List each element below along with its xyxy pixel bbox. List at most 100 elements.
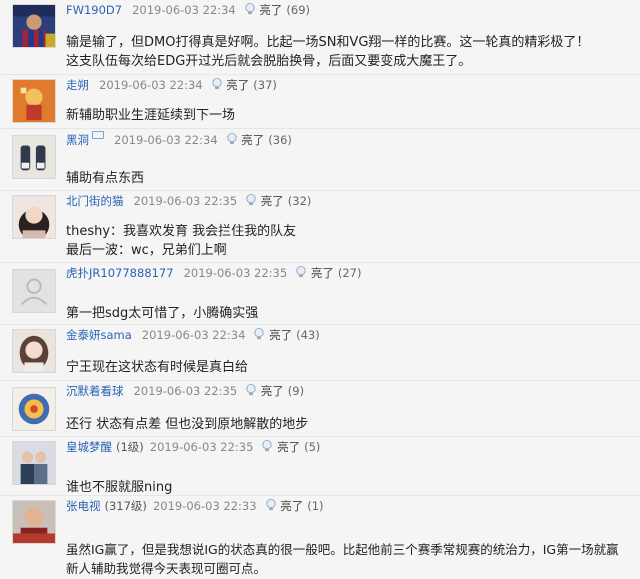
light-count: (1) (307, 499, 324, 513)
comment-meta: 金泰妍sama 2019-06-03 22:34 亮了 (43) (66, 327, 320, 343)
lightbulb-icon (245, 3, 255, 15)
comment-text: 输是输了，但DMO打得真是好啊。比起一场SN和VG翔一样的比赛。这一轮真的精彩极… (66, 33, 589, 71)
lightbulb-icon (226, 133, 237, 145)
timestamp: 2019-06-03 22:35 (133, 194, 238, 208)
light-label: 亮了 (241, 133, 265, 147)
comment-line: 新辅助职业生涯延续到下一场 (66, 108, 236, 123)
comment-meta: 沉默着看球 2019-06-03 22:35 亮了 (9) (66, 383, 304, 399)
light-button[interactable]: 亮了 (36) (226, 133, 292, 147)
username-link[interactable]: 皇城梦醒 (66, 440, 112, 454)
lightbulb-icon (265, 499, 276, 511)
timestamp: 2019-06-03 22:34 (132, 3, 236, 17)
comment-line: 辅助有点东西 (66, 171, 145, 186)
user-badge-icon (92, 131, 104, 139)
light-button[interactable]: 亮了 (37) (211, 78, 277, 92)
comment-line: theshy：我喜欢发育 我会拦住我的队友 (66, 224, 297, 239)
avatar[interactable] (12, 79, 56, 123)
avatar[interactable] (12, 441, 56, 485)
username-link[interactable]: 沉默着看球 (66, 384, 124, 398)
timestamp: 2019-06-03 22:34 (99, 78, 203, 92)
avatar[interactable] (12, 195, 56, 239)
username-link[interactable]: 黑洞 (66, 133, 89, 147)
light-label: 亮了 (226, 78, 250, 92)
light-count: (5) (304, 440, 321, 454)
light-count: (69) (286, 3, 311, 17)
light-count: (27) (337, 266, 362, 280)
avatar[interactable] (12, 135, 56, 179)
comment-text: 谁也不服就服ning (66, 478, 172, 497)
username-link[interactable]: 北门街的猫 (66, 194, 124, 208)
light-count: (36) (268, 133, 292, 147)
avatar[interactable] (12, 269, 56, 313)
comment-item: 黑洞 2019-06-03 22:34 亮了 (36) 辅助有点东西 (0, 129, 640, 191)
light-button[interactable]: 亮了 (69) (244, 3, 310, 17)
light-label: 亮了 (310, 266, 334, 280)
comment-meta: 黑洞 2019-06-03 22:34 亮了 (36) (66, 131, 292, 147)
comment-meta: FW190D7 2019-06-03 22:34 亮了 (69) (66, 2, 310, 18)
comment-line: 还行 状态有点差 但也没到原地解散的地步 (66, 417, 309, 432)
avatar[interactable] (12, 387, 56, 431)
avatar[interactable] (12, 4, 56, 48)
timestamp: 2019-06-03 22:34 (114, 133, 218, 147)
lightbulb-icon (246, 194, 256, 206)
avatar[interactable] (12, 500, 56, 544)
username-link[interactable]: FW190D7 (66, 3, 122, 17)
comment-item: 虎扑JR1077888177 2019-06-03 22:35 亮了 (27) 第一… (0, 263, 640, 325)
user-level: (1级) (116, 440, 144, 454)
comment-meta: 虎扑JR1077888177 2019-06-03 22:35 亮了 (27) (66, 265, 361, 281)
comment-text: 还行 状态有点差 但也没到原地解散的地步 (66, 415, 308, 434)
comment-item: 张电视 (317级) 2019-06-03 22:33 亮了 (1) 虽然IG赢了，但… (0, 496, 640, 579)
comment-item: FW190D7 2019-06-03 22:34 亮了 (69) 输是输了，但DMO… (0, 0, 640, 75)
lightbulb-icon (296, 266, 306, 278)
light-count: (9) (287, 384, 305, 398)
comment-line: 第一把sdg太可惜了，小腾确实强 (66, 306, 259, 321)
comment-line: 宁王现在这状态有时候是真白给 (66, 360, 249, 375)
light-button[interactable]: 亮了 (32) (245, 194, 311, 208)
comment-line: 虽然IG赢了，但是我想说IG的状态真的很一般吧。比起他前三个赛季常规赛的统治力，… (66, 542, 619, 557)
comment-item: 沉默着看球 2019-06-03 22:35 亮了 (9) 还行 状态有点差 但也没… (0, 381, 640, 437)
lightbulb-icon (246, 384, 256, 396)
timestamp: 2019-06-03 22:35 (149, 440, 254, 454)
comment-line: 新人辅助我觉得今天表现可圈可点。 (66, 561, 267, 576)
light-label: 亮了 (259, 3, 283, 17)
comment-text: 虽然IG赢了，但是我想说IG的状态真的很一般吧。比起他前三个赛季常规赛的统治力，… (66, 540, 619, 578)
username-link[interactable]: 虎扑JR1077888177 (66, 266, 174, 280)
light-label: 亮了 (260, 384, 284, 398)
comment-text: theshy：我喜欢发育 我会拦住我的队友 最后一波：wc，兄弟们上啊 (66, 222, 296, 260)
light-label: 亮了 (260, 194, 284, 208)
timestamp: 2019-06-03 22:34 (141, 328, 246, 342)
lightbulb-icon (262, 440, 273, 452)
comment-text: 新辅助职业生涯延续到下一场 (66, 106, 235, 125)
light-label: 亮了 (269, 328, 293, 342)
timestamp: 2019-06-03 22:35 (133, 384, 238, 398)
username-link[interactable]: 张电视 (66, 499, 101, 513)
user-level: (317级) (104, 499, 147, 513)
light-label: 亮了 (277, 440, 301, 454)
lightbulb-icon (254, 328, 265, 340)
comment-meta: 张电视 (317级) 2019-06-03 22:33 亮了 (1) (66, 498, 324, 514)
light-count: (43) (296, 328, 320, 342)
light-button[interactable]: 亮了 (43) (253, 328, 320, 342)
comment-item: 皇城梦醒 (1级) 2019-06-03 22:35 亮了 (5) 谁也不服就服nin… (0, 437, 640, 496)
username-link[interactable]: 金泰妍sama (66, 328, 132, 342)
comment-text: 辅助有点东西 (66, 169, 144, 188)
light-button[interactable]: 亮了 (5) (261, 440, 320, 454)
comment-meta: 走朔 2019-06-03 22:34 亮了 (37) (66, 77, 277, 93)
comment-list: FW190D7 2019-06-03 22:34 亮了 (69) 输是输了，但DMO… (0, 0, 640, 579)
timestamp: 2019-06-03 22:35 (183, 266, 288, 280)
comment-text: 第一把sdg太可惜了，小腾确实强 (66, 304, 258, 323)
comment-line: 输是输了，但DMO打得真是好啊。比起一场SN和VG翔一样的比赛。这一轮真的精彩极… (66, 35, 590, 50)
light-button[interactable]: 亮了 (27) (295, 266, 361, 280)
light-button[interactable]: 亮了 (1) (265, 499, 324, 513)
light-count: (32) (287, 194, 312, 208)
lightbulb-icon (211, 78, 222, 90)
comment-meta: 北门街的猫 2019-06-03 22:35 亮了 (32) (66, 193, 311, 209)
light-button[interactable]: 亮了 (9) (245, 384, 304, 398)
comment-item: 走朔 2019-06-03 22:34 亮了 (37) 新辅助职业生涯延续到下一场 (0, 75, 640, 129)
username-link[interactable]: 走朔 (66, 78, 89, 92)
avatar[interactable] (12, 329, 56, 373)
comment-line: 最后一波：wc，兄弟们上啊 (66, 243, 227, 258)
timestamp: 2019-06-03 22:33 (152, 499, 257, 513)
comment-item: 金泰妍sama 2019-06-03 22:34 亮了 (43) 宁王现在这状态有时… (0, 325, 640, 381)
comment-line: 这支队伍每次给EDG开过光后就会脱胎换骨，后面又要变成大魔王了。 (66, 54, 472, 69)
